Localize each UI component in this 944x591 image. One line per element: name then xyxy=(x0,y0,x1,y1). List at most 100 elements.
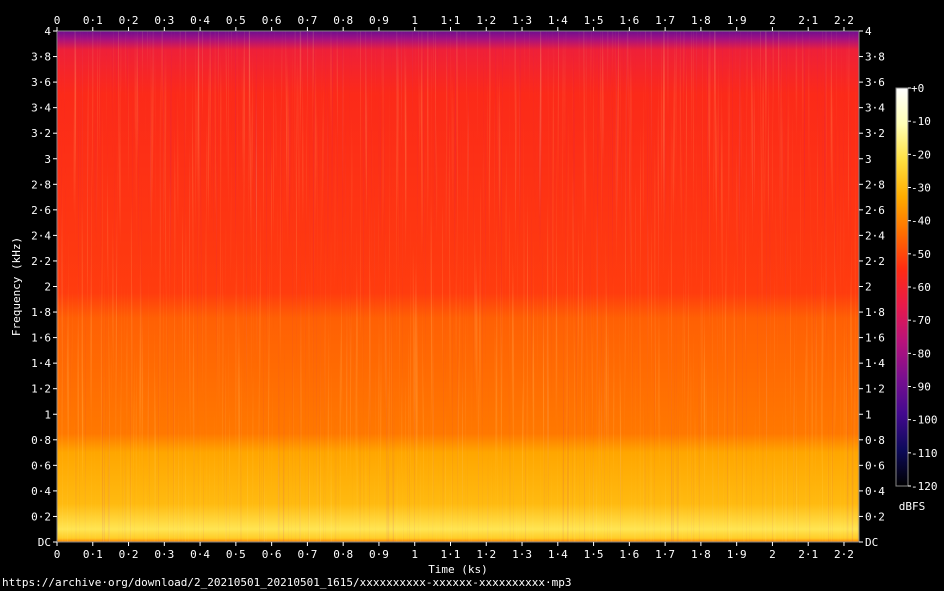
y-tick-label-left: 2·6 xyxy=(31,204,51,217)
y-tick-label-right: 1·6 xyxy=(865,332,885,345)
x-tick-label-bottom: 2·1 xyxy=(798,548,818,561)
x-tick-label-top: 1·7 xyxy=(655,14,675,27)
y-tick-label-right: 1·4 xyxy=(865,357,885,370)
y-tick-label-left: 1 xyxy=(44,408,51,421)
y-tick-label-left: 3·8 xyxy=(31,51,51,64)
y-tick-label-left: 2·2 xyxy=(31,255,51,268)
x-tick-label-top: 0·6 xyxy=(262,14,282,27)
y-tick-label-left: 1·4 xyxy=(31,357,51,370)
x-tick-label-top: 2 xyxy=(769,14,776,27)
y-tick-label-right: 0·4 xyxy=(865,485,885,498)
y-tick-label-left: 0·6 xyxy=(31,459,51,472)
x-tick-label-top: 1·2 xyxy=(476,14,496,27)
x-tick-label-top: 1·1 xyxy=(441,14,461,27)
x-tick-label-top: 2·2 xyxy=(834,14,854,27)
x-tick-label-bottom: 1·9 xyxy=(727,548,747,561)
y-tick-label-left: 3 xyxy=(44,153,51,166)
colorbar-tick-label: -10 xyxy=(911,115,931,128)
x-tick-label-bottom: 2·2 xyxy=(834,548,854,561)
y-tick-label-left: DC xyxy=(38,536,51,549)
y-axis-right: DC 0·2 0·4 0·6 0·8 1 1·2 1·4 1·6 1·8 2 2·2 2·4 2·6 2·8… xyxy=(859,25,885,549)
y-tick-label-left: 1·2 xyxy=(31,383,51,396)
x-tick-label-top: 0·8 xyxy=(333,14,353,27)
y-tick-label-left: 3·2 xyxy=(31,127,51,140)
spectrogram-figure: 0 0·1 0·2 0·3 0·4 0·5 0·6 0·7 0·8 0·9 1 1·1 1·2 1·3 1·… xyxy=(10,14,938,576)
y-tick-label-left: 0·8 xyxy=(31,434,51,447)
x-tick-label-top: 1·4 xyxy=(548,14,568,27)
colorbar-tick-label: -20 xyxy=(911,148,931,161)
y-axis-label: Frequency (kHz) xyxy=(10,237,23,336)
x-tick-label-bottom: 1·3 xyxy=(512,548,532,561)
y-tick-label-right: DC xyxy=(865,536,878,549)
colorbar-tick-label: -100 xyxy=(911,414,938,427)
x-tick-label-bottom: 1·6 xyxy=(619,548,639,561)
y-axis-left: DC 0·2 0·4 0·6 0·8 1 1·2 1·4 1·6 1·8 2 2·2 2·4 2·6 2·8… xyxy=(31,25,57,549)
y-tick-label-right: 2 xyxy=(865,281,872,294)
colorbar-ticks: +0 -10 -20 -30 -40 -50 -60 -70 -80 -90 -100 -110 -12… xyxy=(908,82,938,493)
y-tick-label-left: 1·8 xyxy=(31,306,51,319)
colorbar-tick-label: +0 xyxy=(911,82,924,95)
spectrogram-dark-streaks xyxy=(57,31,859,542)
x-tick-label-top: 0·4 xyxy=(190,14,210,27)
x-tick-label-top: 1·9 xyxy=(727,14,747,27)
x-tick-label-bottom: 1·8 xyxy=(691,548,711,561)
x-tick-label-bottom: 1·7 xyxy=(655,548,675,561)
x-tick-label-bottom: 0·5 xyxy=(226,548,246,561)
colorbar: +0 -10 -20 -30 -40 -50 -60 -70 -80 -90 -100 -110 -12… xyxy=(895,82,938,513)
x-tick-label-top: 1·5 xyxy=(584,14,604,27)
x-tick-label-bottom: 1·5 xyxy=(584,548,604,561)
x-tick-label-top: 0·3 xyxy=(154,14,174,27)
x-tick-label-top: 1·8 xyxy=(691,14,711,27)
y-tick-label-left: 1·6 xyxy=(31,332,51,345)
y-tick-label-right: 3·6 xyxy=(865,76,885,89)
x-tick-label-bottom: 2 xyxy=(769,548,776,561)
y-tick-label-left: 0·4 xyxy=(31,485,51,498)
x-tick-label-top: 0·7 xyxy=(297,14,317,27)
y-tick-label-left: 4 xyxy=(44,25,51,38)
y-tick-label-right: 0·2 xyxy=(865,510,885,523)
x-tick-label-bottom: 1·2 xyxy=(476,548,496,561)
x-tick-label-top: 0·2 xyxy=(119,14,139,27)
y-tick-label-right: 0·6 xyxy=(865,459,885,472)
y-tick-label-right: 2·6 xyxy=(865,204,885,217)
x-tick-label-bottom: 0·1 xyxy=(83,548,103,561)
x-tick-label-bottom: 0·6 xyxy=(262,548,282,561)
y-tick-label-left: 3·4 xyxy=(31,102,51,115)
x-tick-label-top: 0·5 xyxy=(226,14,246,27)
x-tick-label-top: 0·1 xyxy=(83,14,103,27)
x-tick-label-bottom: 1 xyxy=(411,548,418,561)
x-tick-label-bottom: 1·4 xyxy=(548,548,568,561)
x-tick-label-bottom: 0 xyxy=(54,548,61,561)
x-tick-label-top: 0·9 xyxy=(369,14,389,27)
y-tick-label-right: 1 xyxy=(865,408,872,421)
x-tick-label-bottom: 0·2 xyxy=(119,548,139,561)
x-tick-label-bottom: 0·7 xyxy=(297,548,317,561)
x-tick-label-top: 1·3 xyxy=(512,14,532,27)
x-tick-label-bottom: 0·3 xyxy=(154,548,174,561)
colorbar-tick-label: -60 xyxy=(911,281,931,294)
colorbar-tick-label: -40 xyxy=(911,215,931,228)
y-tick-label-right: 0·8 xyxy=(865,434,885,447)
y-tick-label-right: 3·2 xyxy=(865,127,885,140)
y-tick-label-right: 3 xyxy=(865,153,872,166)
y-tick-label-left: 0·2 xyxy=(31,510,51,523)
x-tick-label-top: 1·6 xyxy=(619,14,639,27)
y-tick-label-left: 2 xyxy=(44,281,51,294)
y-tick-label-right: 1·8 xyxy=(865,306,885,319)
y-tick-label-left: 3·6 xyxy=(31,76,51,89)
colorbar-tick-label: -70 xyxy=(911,314,931,327)
y-tick-label-right: 1·2 xyxy=(865,383,885,396)
colorbar-tick-label: -120 xyxy=(911,480,938,493)
y-tick-label-left: 2·8 xyxy=(31,178,51,191)
y-tick-label-right: 2·2 xyxy=(865,255,885,268)
x-axis-label: Time (ks) xyxy=(428,563,488,576)
colorbar-tick-label: -110 xyxy=(911,447,938,460)
y-tick-label-right: 3·8 xyxy=(865,51,885,64)
x-tick-label-bottom: 1·1 xyxy=(441,548,461,561)
x-axis-bottom: 0 0·1 0·2 0·3 0·4 0·5 0·6 0·7 0·8 0·9 1 1·1 1·2 1·3 1·… xyxy=(54,542,854,561)
x-tick-label-bottom: 0·9 xyxy=(369,548,389,561)
colorbar-tick-label: -30 xyxy=(911,182,931,195)
colorbar-tick-label: -50 xyxy=(911,248,931,261)
colorbar-tick-label: -80 xyxy=(911,347,931,360)
colorbar-label: dBFS xyxy=(899,500,926,513)
